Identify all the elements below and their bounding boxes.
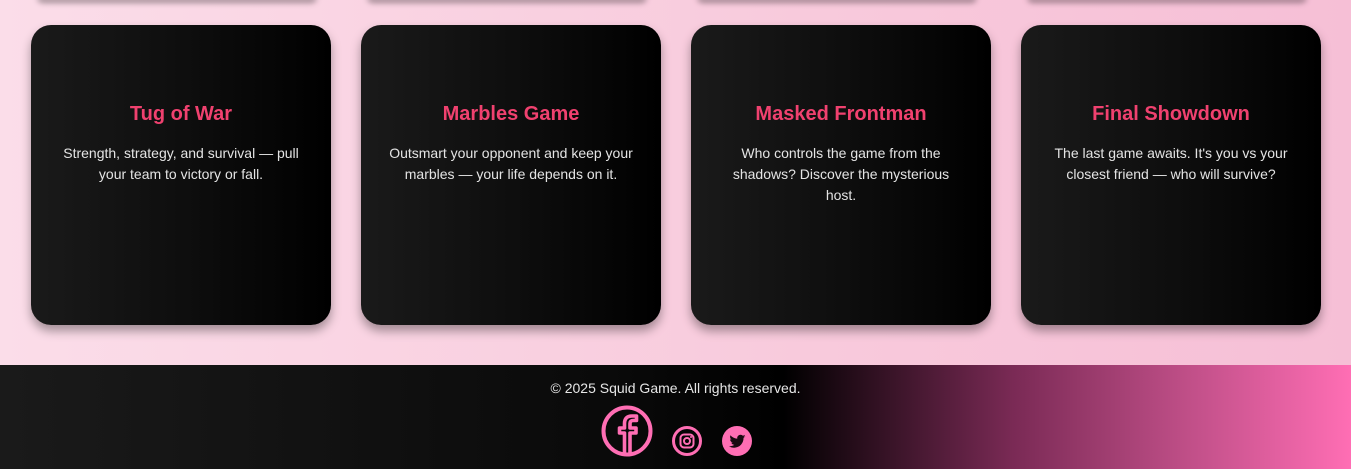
game-card-marbles-game[interactable]: Marbles Game Outsmart your opponent and … [361, 25, 661, 325]
game-cards-grid: Tug of War Strength, strategy, and survi… [31, 25, 1321, 325]
copyright-text: © 2025 Squid Game. All rights reserved. [550, 380, 801, 396]
site-footer: © 2025 Squid Game. All rights reserved. [0, 365, 1351, 469]
game-card-final-showdown[interactable]: Final Showdown The last game awaits. It'… [1021, 25, 1321, 325]
card-description: Outsmart your opponent and keep your mar… [389, 145, 633, 182]
card-title: Final Showdown [1092, 103, 1250, 125]
card-description: The last game awaits. It's you vs your c… [1054, 145, 1288, 182]
card-title: Masked Frontman [755, 103, 927, 125]
previous-cards-row-edge [0, 0, 1351, 6]
game-card-tug-of-war[interactable]: Tug of War Strength, strategy, and survi… [31, 25, 331, 325]
game-card-masked-frontman[interactable]: Masked Frontman Who controls the game fr… [691, 25, 991, 325]
card-description: Who controls the game from the shadows? … [732, 145, 950, 203]
facebook-icon[interactable] [601, 405, 653, 457]
instagram-icon[interactable] [671, 425, 703, 457]
card-title: Tug of War [129, 103, 233, 125]
social-links [0, 403, 1351, 457]
card-description: Strength, strategy, and survival — pull … [63, 145, 299, 182]
twitter-icon[interactable] [721, 425, 753, 457]
card-title: Marbles Game [442, 103, 580, 125]
